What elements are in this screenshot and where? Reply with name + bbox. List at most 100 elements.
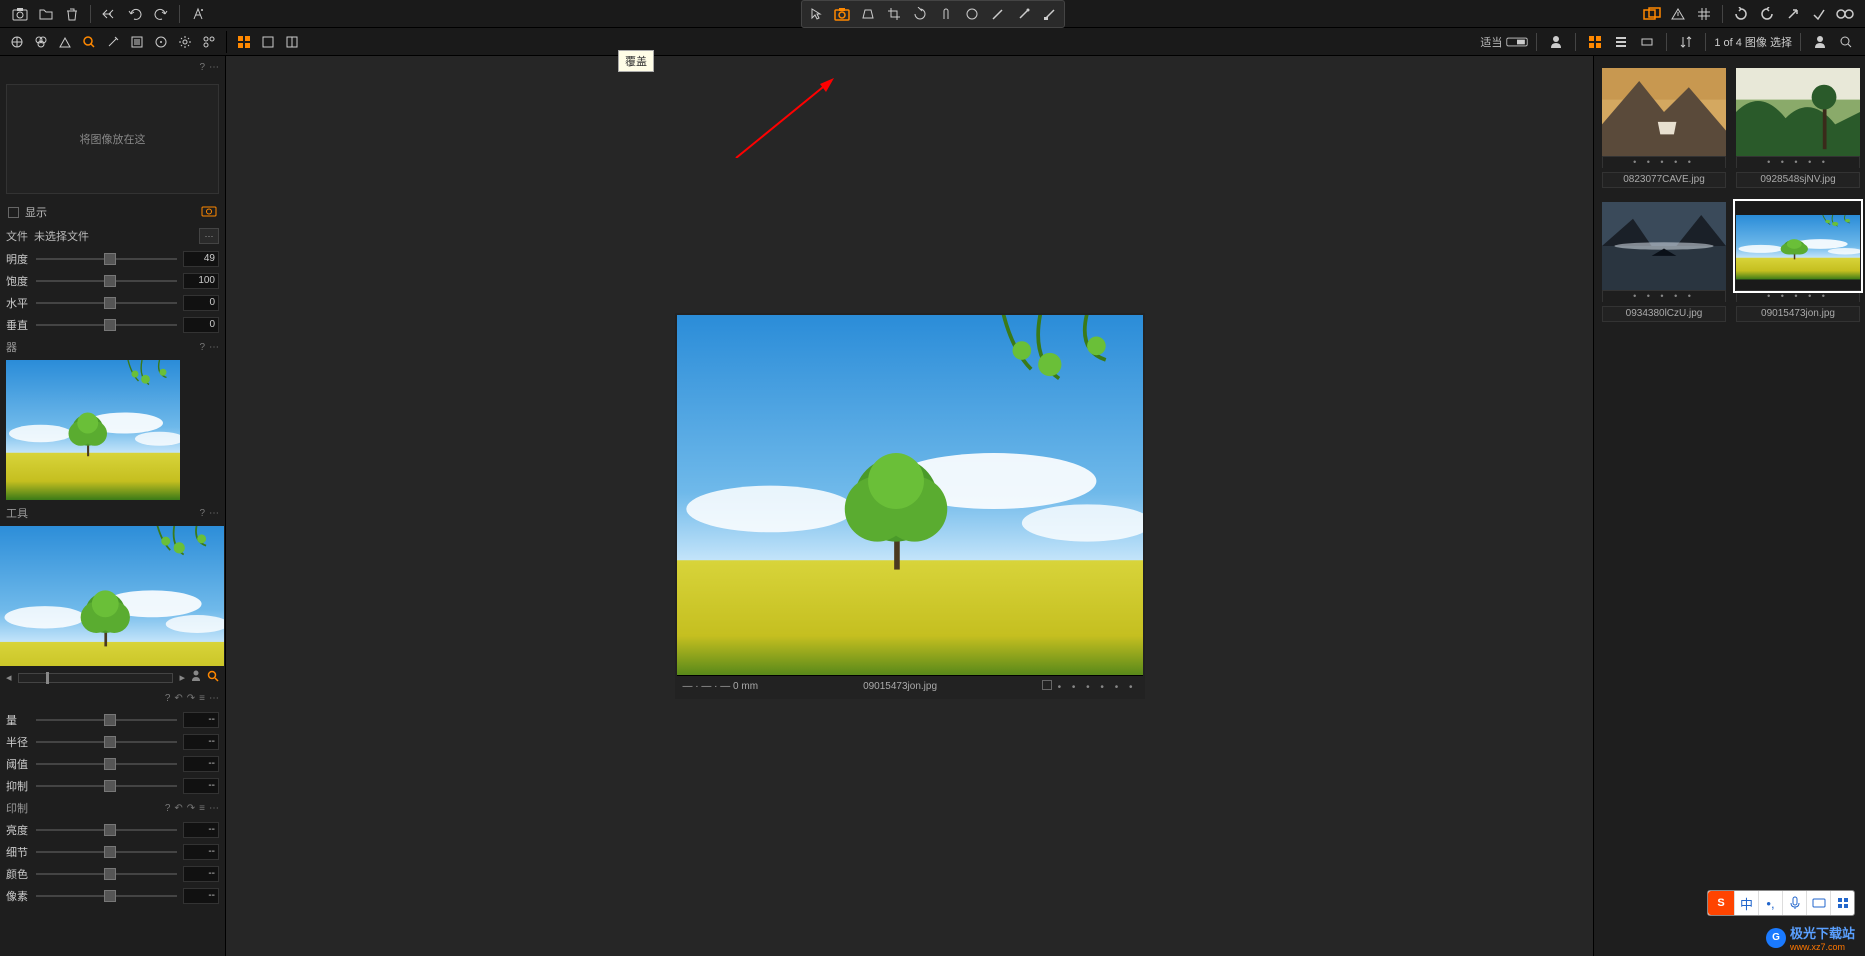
rotate-cw-icon[interactable] [1755, 3, 1779, 25]
color-tab-icon[interactable] [30, 31, 52, 53]
menu-small-icon[interactable]: ≡ [199, 803, 205, 814]
slider-value[interactable]: 100 [183, 273, 219, 289]
thumb-filmstrip-icon[interactable] [1636, 31, 1658, 53]
undo-all-icon[interactable] [97, 3, 121, 25]
slider-value[interactable]: -- [183, 756, 219, 772]
help-icon[interactable]: ? [165, 693, 171, 704]
slider-track[interactable] [36, 719, 177, 721]
ime-logo-icon[interactable]: S [1708, 891, 1734, 915]
grid-view-icon[interactable] [233, 31, 255, 53]
slider-track[interactable] [36, 741, 177, 743]
lens-tab-icon[interactable] [78, 31, 100, 53]
redo-icon[interactable] [149, 3, 173, 25]
rating-dots[interactable]: • • • • • • [1058, 682, 1137, 693]
ime-punct-icon[interactable]: •, [1758, 891, 1782, 915]
thumb-item[interactable]: • • • • • 09015473jon.jpg [1736, 202, 1860, 322]
thumb-item[interactable]: • • • • • 0934380lCzU.jpg [1602, 202, 1726, 322]
slider-value[interactable]: -- [183, 734, 219, 750]
slider-track[interactable] [36, 258, 177, 260]
user-icon[interactable] [1545, 31, 1567, 53]
thumbnail[interactable] [1602, 68, 1726, 156]
adjustments-tab-icon[interactable] [150, 31, 172, 53]
slider-value[interactable]: 0 [183, 317, 219, 333]
thumbnail[interactable] [1736, 68, 1860, 156]
search-icon-2[interactable] [1835, 31, 1857, 53]
grid-icon[interactable] [1692, 3, 1716, 25]
single-view-icon[interactable] [257, 31, 279, 53]
keystone-tool-icon[interactable] [856, 3, 880, 25]
slider-track[interactable] [36, 829, 177, 831]
slider-track[interactable] [36, 280, 177, 282]
slider-track[interactable] [36, 873, 177, 875]
ime-lang[interactable]: 中 [1734, 891, 1758, 915]
undo-small-icon[interactable]: ↶ [174, 803, 182, 814]
brush-tool-icon[interactable] [986, 3, 1010, 25]
slider-value[interactable]: -- [183, 888, 219, 904]
search-small-icon[interactable] [207, 670, 219, 685]
more-icon[interactable]: ⋯ [209, 62, 219, 73]
help-icon[interactable]: ? [199, 62, 205, 73]
thumb-item[interactable]: • • • • • 0823077CAVE.jpg [1602, 68, 1726, 188]
user-small-icon[interactable] [191, 670, 201, 685]
auto-adjust-icon[interactable] [186, 3, 210, 25]
fit-toggle-icon[interactable] [1506, 31, 1528, 53]
rating-dots[interactable]: • • • • • [1602, 290, 1726, 302]
more-icon[interactable]: ⋯ [209, 693, 219, 704]
cursor-tool-icon[interactable] [804, 3, 828, 25]
sort-icon[interactable] [1675, 31, 1697, 53]
slider-value[interactable]: -- [183, 822, 219, 838]
ime-bar[interactable]: S 中 •, [1707, 890, 1855, 916]
slider-track[interactable] [36, 302, 177, 304]
main-image[interactable] [677, 315, 1143, 675]
gear-tab-icon[interactable] [174, 31, 196, 53]
more-icon[interactable]: ⋯ [209, 508, 219, 519]
export-icon[interactable] [1781, 3, 1805, 25]
histogram-tab-icon[interactable] [6, 31, 28, 53]
show-checkbox[interactable] [8, 207, 19, 218]
slider-track[interactable] [36, 785, 177, 787]
slider-track[interactable] [36, 851, 177, 853]
eraser-tool-icon[interactable] [1038, 3, 1062, 25]
import-icon[interactable] [34, 3, 58, 25]
help-icon[interactable]: ? [199, 342, 205, 353]
rating-dots[interactable]: • • • • • [1602, 156, 1726, 168]
user-icon-2[interactable] [1809, 31, 1831, 53]
ime-keyboard-icon[interactable] [1806, 891, 1830, 915]
metadata-tab-icon[interactable] [126, 31, 148, 53]
thumb-list-icon[interactable] [1610, 31, 1632, 53]
details-tab-icon[interactable] [102, 31, 124, 53]
split-view-icon[interactable] [281, 31, 303, 53]
slider-value[interactable]: -- [183, 778, 219, 794]
trash-icon[interactable] [60, 3, 84, 25]
slider-track[interactable] [36, 763, 177, 765]
heal-tool-icon[interactable] [1012, 3, 1036, 25]
camera-overlay-tool-icon[interactable] [830, 3, 854, 25]
rating-dots[interactable]: • • • • • [1736, 156, 1860, 168]
camera-icon[interactable] [8, 3, 32, 25]
drop-zone[interactable]: 将图像放在这 [6, 84, 219, 194]
help-icon[interactable]: ? [199, 508, 205, 519]
viewer-checkbox[interactable] [1042, 680, 1052, 690]
zoom-track[interactable] [18, 673, 174, 683]
slider-value[interactable]: 49 [183, 251, 219, 267]
more-icon[interactable]: ⋯ [209, 803, 219, 814]
help-icon[interactable]: ? [165, 803, 171, 814]
circle-tool-icon[interactable] [960, 3, 984, 25]
redo-small-icon[interactable]: ↷ [187, 803, 195, 814]
menu-small-icon[interactable]: ≡ [199, 693, 205, 704]
check-icon[interactable] [1807, 3, 1831, 25]
chevron-right-icon[interactable]: ▸ [179, 671, 185, 684]
quick-tab-icon[interactable] [198, 31, 220, 53]
slider-value[interactable]: 0 [183, 295, 219, 311]
fit-label[interactable]: 适当 [1480, 34, 1502, 50]
thumb-item[interactable]: • • • • • 0928548sjNV.jpg [1736, 68, 1860, 188]
rotate-ccw-icon[interactable] [1729, 3, 1753, 25]
redo-small-icon[interactable]: ↷ [187, 693, 195, 704]
file-browse-button[interactable]: ⋯ [199, 228, 219, 244]
undo-small-icon[interactable]: ↶ [174, 693, 182, 704]
spot-tool-icon[interactable] [934, 3, 958, 25]
more-icon[interactable]: ⋯ [209, 342, 219, 353]
slider-track[interactable] [36, 895, 177, 897]
thumbnail-selected[interactable] [1736, 202, 1860, 290]
preview-thumbnail-2[interactable] [0, 526, 224, 666]
